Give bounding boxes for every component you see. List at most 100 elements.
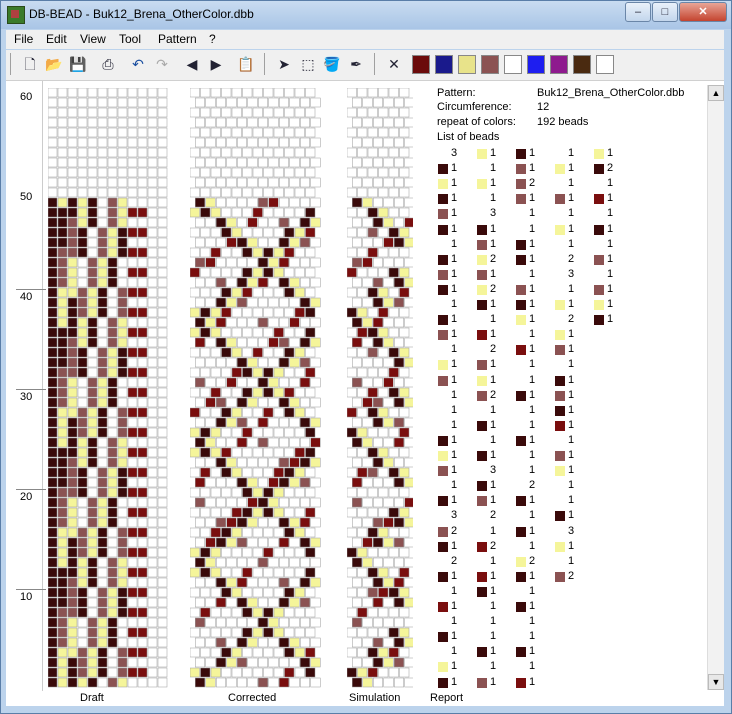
bead-cell[interactable] — [77, 547, 88, 558]
bead-cell[interactable] — [147, 307, 158, 318]
bead-cell[interactable] — [383, 357, 394, 368]
bead-cell[interactable] — [263, 147, 274, 158]
bead-cell[interactable] — [157, 467, 168, 478]
bead-cell[interactable] — [284, 247, 295, 258]
bead-cell[interactable] — [289, 337, 300, 348]
bead-cell[interactable] — [394, 397, 404, 408]
bead-cell[interactable] — [147, 157, 158, 168]
bead-cell[interactable] — [268, 597, 279, 608]
bead-cell[interactable] — [67, 117, 78, 128]
bead-cell[interactable] — [127, 547, 138, 558]
bead-cell[interactable] — [117, 287, 128, 298]
bead-cell[interactable] — [97, 447, 108, 458]
bead-cell[interactable] — [300, 277, 310, 288]
bead-cell[interactable] — [289, 617, 300, 628]
bead-cell[interactable] — [67, 247, 78, 258]
bead-cell[interactable] — [383, 97, 394, 108]
bead-cell[interactable] — [157, 217, 168, 228]
bead-cell[interactable] — [247, 337, 258, 348]
bead-cell[interactable] — [394, 497, 404, 508]
bead-cell[interactable] — [127, 88, 138, 98]
bead-cell[interactable] — [195, 537, 205, 548]
bead-cell[interactable] — [87, 627, 98, 638]
bead-cell[interactable] — [107, 287, 118, 298]
bead-cell[interactable] — [252, 407, 263, 418]
bead-cell[interactable] — [157, 327, 168, 338]
bead-cell[interactable] — [107, 197, 118, 208]
bead-cell[interactable] — [310, 437, 321, 448]
bead-cell[interactable] — [247, 537, 258, 548]
bead-cell[interactable] — [284, 667, 295, 678]
bead-cell[interactable] — [97, 307, 108, 318]
bead-cell[interactable] — [289, 357, 300, 368]
bead-cell[interactable] — [117, 307, 128, 318]
bead-cell[interactable] — [87, 237, 98, 248]
bead-cell[interactable] — [231, 627, 242, 638]
bead-cell[interactable] — [48, 307, 58, 318]
bead-cell[interactable] — [367, 167, 378, 178]
bead-cell[interactable] — [310, 597, 321, 608]
bead-cell[interactable] — [147, 127, 158, 138]
bead-cell[interactable] — [242, 587, 253, 598]
bead-cell[interactable] — [268, 357, 279, 368]
bead-cell[interactable] — [373, 337, 383, 348]
bead-cell[interactable] — [300, 537, 310, 548]
bead-cell[interactable] — [347, 607, 357, 618]
bead-cell[interactable] — [388, 547, 399, 558]
bead-cell[interactable] — [252, 227, 263, 238]
bead-cell[interactable] — [157, 297, 168, 308]
bead-cell[interactable] — [127, 157, 138, 168]
arrow-left-icon[interactable]: ◀ — [182, 54, 202, 74]
bead-cell[interactable] — [388, 667, 399, 678]
bead-cell[interactable] — [67, 457, 78, 468]
bead-cell[interactable] — [247, 137, 258, 148]
bead-cell[interactable] — [77, 647, 88, 658]
bead-cell[interactable] — [352, 537, 362, 548]
bead-cell[interactable] — [273, 447, 284, 458]
bead-cell[interactable] — [294, 507, 305, 518]
bead-cell[interactable] — [205, 277, 216, 288]
bead-cell[interactable] — [117, 297, 128, 308]
fill-icon[interactable]: 🪣 — [322, 54, 342, 74]
bead-cell[interactable] — [77, 577, 88, 588]
bead-cell[interactable] — [107, 667, 118, 678]
bead-cell[interactable] — [383, 317, 394, 328]
bead-cell[interactable] — [77, 297, 88, 308]
bead-cell[interactable] — [127, 347, 138, 358]
bead-cell[interactable] — [300, 257, 310, 268]
bead-cell[interactable] — [357, 647, 368, 658]
bead-cell[interactable] — [127, 177, 138, 188]
bead-cell[interactable] — [284, 227, 295, 238]
bead-cell[interactable] — [279, 277, 289, 288]
bead-cell[interactable] — [352, 657, 362, 668]
bead-cell[interactable] — [279, 117, 289, 128]
bead-cell[interactable] — [388, 167, 399, 178]
bead-cell[interactable] — [399, 267, 410, 278]
bead-cell[interactable] — [268, 477, 279, 488]
bead-cell[interactable] — [404, 557, 413, 568]
bead-cell[interactable] — [200, 567, 211, 578]
bead-cell[interactable] — [231, 167, 242, 178]
bead-cell[interactable] — [87, 407, 98, 418]
bead-cell[interactable] — [383, 377, 394, 388]
draft-grid[interactable] — [48, 88, 170, 690]
bead-cell[interactable] — [373, 417, 383, 428]
bead-cell[interactable] — [195, 517, 205, 528]
bead-cell[interactable] — [357, 307, 368, 318]
undo-icon[interactable]: ↶ — [128, 54, 148, 74]
bead-cell[interactable] — [117, 477, 128, 488]
bead-cell[interactable] — [157, 457, 168, 468]
bead-cell[interactable] — [352, 177, 362, 188]
bead-cell[interactable] — [252, 647, 263, 658]
bead-cell[interactable] — [226, 637, 237, 648]
bead-cell[interactable] — [117, 667, 128, 678]
bead-cell[interactable] — [200, 387, 211, 398]
bead-cell[interactable] — [399, 287, 410, 298]
bead-cell[interactable] — [107, 367, 118, 378]
bead-cell[interactable] — [205, 637, 216, 648]
bead-cell[interactable] — [284, 147, 295, 158]
bead-cell[interactable] — [48, 587, 58, 598]
bead-cell[interactable] — [137, 577, 148, 588]
bead-cell[interactable] — [67, 637, 78, 648]
bead-cell[interactable] — [388, 307, 399, 318]
